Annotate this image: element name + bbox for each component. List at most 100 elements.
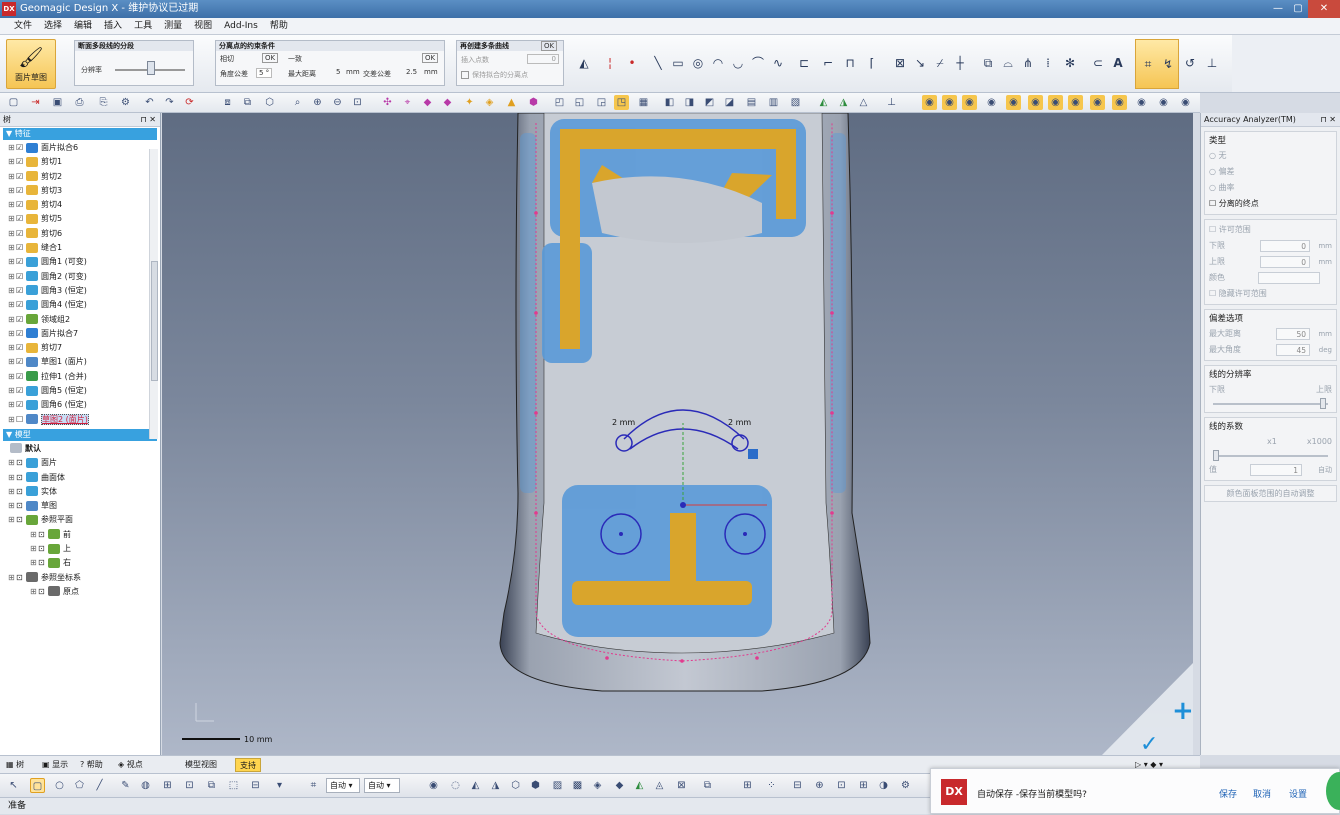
expand-icon[interactable]: ⊞ — [8, 141, 16, 155]
view-back-icon[interactable]: ◱ — [572, 95, 587, 110]
expand-icon[interactable]: ⊞ — [8, 513, 16, 527]
visible-icon[interactable]: ◉ — [922, 95, 937, 110]
dimension-right[interactable]: 2 mm — [728, 418, 751, 427]
visibility-toggle[interactable]: ⊡ — [38, 585, 46, 599]
close-button[interactable]: ✕ — [1308, 0, 1340, 18]
visibility-checkbox[interactable]: ☑ — [16, 384, 24, 398]
visibility-toggle[interactable]: ⊡ — [16, 513, 24, 527]
type-deviation-radio[interactable]: ○ 偏差 — [1209, 164, 1332, 180]
cross-icon[interactable]: ┼ — [952, 55, 968, 71]
chamfer-icon[interactable]: ⊓ — [842, 55, 858, 71]
feature-item[interactable]: ⊞☑ 圆角1 (可变) — [0, 255, 160, 269]
zoom-fit-icon[interactable]: ⌕ — [290, 95, 305, 110]
offset-icon[interactable]: ⌈ — [864, 55, 880, 71]
model-item[interactable]: ⊞⊡ 参照平面 — [0, 513, 160, 527]
zoom-out-icon[interactable]: ⊖ — [330, 95, 345, 110]
expand-icon[interactable]: ⊞ — [8, 341, 16, 355]
rectangle-icon[interactable]: ▭ — [670, 55, 686, 71]
filter-face-icon[interactable]: ◭ — [468, 778, 483, 793]
text-icon[interactable]: A — [1110, 55, 1126, 71]
wireframe-icon[interactable]: ◩ — [702, 95, 717, 110]
arc2-icon[interactable]: ◡ — [730, 55, 746, 71]
general-ok-button[interactable]: OK — [422, 53, 439, 63]
visibility-checkbox[interactable]: ☑ — [16, 184, 24, 198]
project-icon[interactable]: ⌓ — [1000, 55, 1016, 71]
shade-icon[interactable]: ◧ — [662, 95, 677, 110]
menu-view[interactable]: 视图 — [188, 18, 218, 34]
paint-select-icon[interactable]: ✎ — [118, 778, 133, 793]
expand-icon[interactable]: ⊞ — [8, 212, 16, 226]
max-dist-input[interactable]: 50 — [1276, 328, 1310, 340]
auto-constraint-icon[interactable]: ↺ — [1182, 55, 1198, 71]
feature-item[interactable]: ⊞☑ 剪切6 — [0, 227, 160, 241]
visibility-toggle[interactable]: ⊡ — [38, 528, 46, 542]
visibility-checkbox[interactable]: ☐ — [16, 413, 24, 427]
expand-icon[interactable]: ⊞ — [8, 227, 16, 241]
visibility-checkbox[interactable]: ☑ — [16, 355, 24, 369]
visibility-toggle[interactable]: ⊡ — [16, 571, 24, 585]
feature-item[interactable]: ⊞☑ 剪切5 — [0, 212, 160, 226]
visibility-checkbox[interactable]: ☑ — [16, 370, 24, 384]
shade-edges-icon[interactable]: ◨ — [682, 95, 697, 110]
visibility-checkbox[interactable]: ☑ — [16, 284, 24, 298]
poly-select-icon[interactable]: ⬠ — [72, 778, 87, 793]
visible11-icon[interactable]: ◉ — [1134, 95, 1149, 110]
import-icon[interactable]: ⇥ — [28, 95, 43, 110]
menu-file[interactable]: 文件 — [8, 18, 38, 34]
display-tab[interactable]: ▣ 显示 — [38, 758, 72, 772]
expand-icon[interactable]: ⊞ — [8, 198, 16, 212]
pivot-icon[interactable]: ⌖ — [400, 95, 415, 110]
tree-tab[interactable]: ▦ 树 — [2, 758, 28, 772]
extend-icon[interactable]: ↘ — [912, 55, 928, 71]
expand-icon[interactable]: ⊞ — [8, 155, 16, 169]
feature-item[interactable]: ⊞☑ 圆角4 (恒定) — [0, 298, 160, 312]
feature-item[interactable]: ⊞☑ 草图1 (面片) — [0, 355, 160, 369]
fillet-icon[interactable]: ⌐ — [820, 55, 836, 71]
feature-item[interactable]: ⊞☑ 剪切1 — [0, 155, 160, 169]
filter-edge-icon[interactable]: ◌ — [448, 778, 463, 793]
expand-icon[interactable]: ⊞ — [30, 528, 38, 542]
snap-edge-icon[interactable]: ⊡ — [834, 778, 849, 793]
auto-label[interactable]: 自动 — [1318, 462, 1332, 478]
polyline-icon[interactable]: ⊏ — [796, 55, 812, 71]
filter-axis-icon[interactable]: ◆ — [612, 778, 627, 793]
visibility-toggle[interactable]: ⊡ — [16, 499, 24, 513]
snap-face-icon[interactable]: ⊞ — [856, 778, 871, 793]
expand-icon[interactable]: ⊞ — [8, 184, 16, 198]
expand-icon[interactable]: ⊞ — [8, 284, 16, 298]
features-section-header[interactable]: ▼ 特征 — [3, 128, 157, 140]
visible9-icon[interactable]: ◉ — [1090, 95, 1105, 110]
visible13-icon[interactable]: ◉ — [1178, 95, 1193, 110]
tree-structure-icon[interactable]: ⊥ — [1204, 55, 1220, 71]
visible10-icon[interactable]: ◉ — [1112, 95, 1127, 110]
model-item[interactable]: ⊞⊡ 草图 — [0, 499, 160, 513]
insert-points-input[interactable]: 0 — [527, 54, 559, 64]
feature-item[interactable]: ⊞☑ 剪切4 — [0, 198, 160, 212]
feature-item[interactable]: ⊞☑ 缝合1 — [0, 241, 160, 255]
visibility-checkbox[interactable]: ☑ — [16, 198, 24, 212]
autosave-settings-button[interactable]: 设置 — [1289, 787, 1307, 800]
visibility-checkbox[interactable]: ☑ — [16, 170, 24, 184]
expand-icon[interactable]: ⊞ — [8, 355, 16, 369]
smart-dimension-icon[interactable]: ↯ — [1160, 56, 1176, 72]
visible7-icon[interactable]: ◉ — [1048, 95, 1063, 110]
keep-points-checkbox[interactable] — [461, 71, 469, 79]
feature-item[interactable]: ⊞☑ 圆角3 (恒定) — [0, 284, 160, 298]
split-icon[interactable]: ¦ — [602, 55, 618, 71]
separated-endpoints-checkbox[interactable]: ☐ 分离的终点 — [1209, 196, 1332, 212]
menu-addins[interactable]: Add-Ins — [218, 18, 264, 34]
menu-insert[interactable]: 插入 — [98, 18, 128, 34]
view-iso-icon[interactable]: ◳ — [614, 95, 629, 110]
model-item[interactable]: ⊞⊡ 参照坐标系 — [0, 571, 160, 585]
display-settings-icon[interactable]: ⚙ — [898, 778, 913, 793]
filter-region-icon[interactable]: ⬡ — [508, 778, 523, 793]
trim-icon[interactable]: ⊠ — [892, 55, 908, 71]
resolution-slider-handle[interactable] — [1320, 398, 1326, 409]
value-input[interactable]: 1 — [1250, 464, 1302, 476]
visibility-checkbox[interactable]: ☑ — [16, 141, 24, 155]
visibility-checkbox[interactable]: ☑ — [16, 398, 24, 412]
angle-tolerance-input[interactable]: 5 ° — [256, 68, 273, 78]
model-item[interactable]: ⊞⊡ 面片 — [0, 456, 160, 470]
line-select-icon[interactable]: ╱ — [92, 778, 107, 793]
hide-range-checkbox[interactable]: ☐ 隐藏许可范围 — [1209, 286, 1332, 302]
